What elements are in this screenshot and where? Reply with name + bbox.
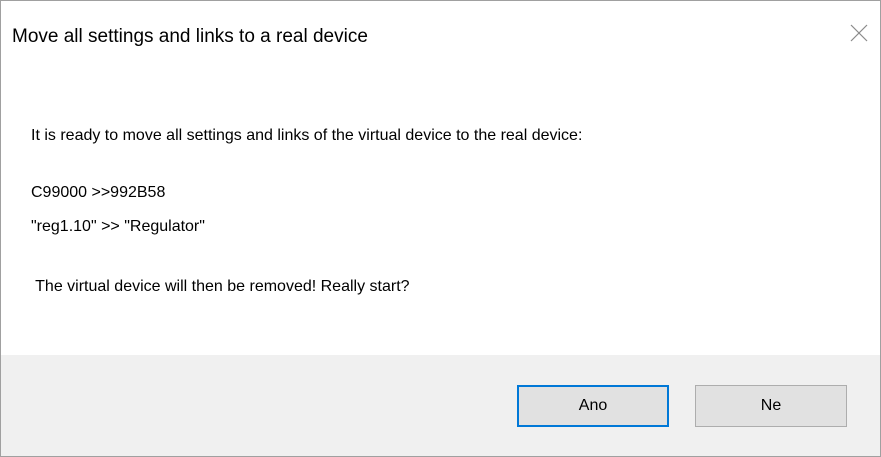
message-dialog: Move all settings and links to a real de… <box>0 0 881 457</box>
dialog-title: Move all settings and links to a real de… <box>12 26 368 47</box>
message-intro: It is ready to move all settings and lin… <box>31 127 583 144</box>
title-bar: Move all settings and links to a real de… <box>1 1 880 61</box>
message-address-mapping: C99000 >>992B58 <box>31 184 166 201</box>
yes-button[interactable]: Ano <box>517 385 669 427</box>
message-area: It is ready to move all settings and lin… <box>1 61 880 354</box>
close-button[interactable] <box>837 13 881 53</box>
message-warning: The virtual device will then be removed!… <box>31 278 410 295</box>
message-name-mapping: "reg1.10" >> "Regulator" <box>31 218 205 235</box>
close-icon <box>850 24 868 42</box>
no-button[interactable]: Ne <box>695 385 847 427</box>
button-bar: Ano Ne <box>1 355 880 456</box>
